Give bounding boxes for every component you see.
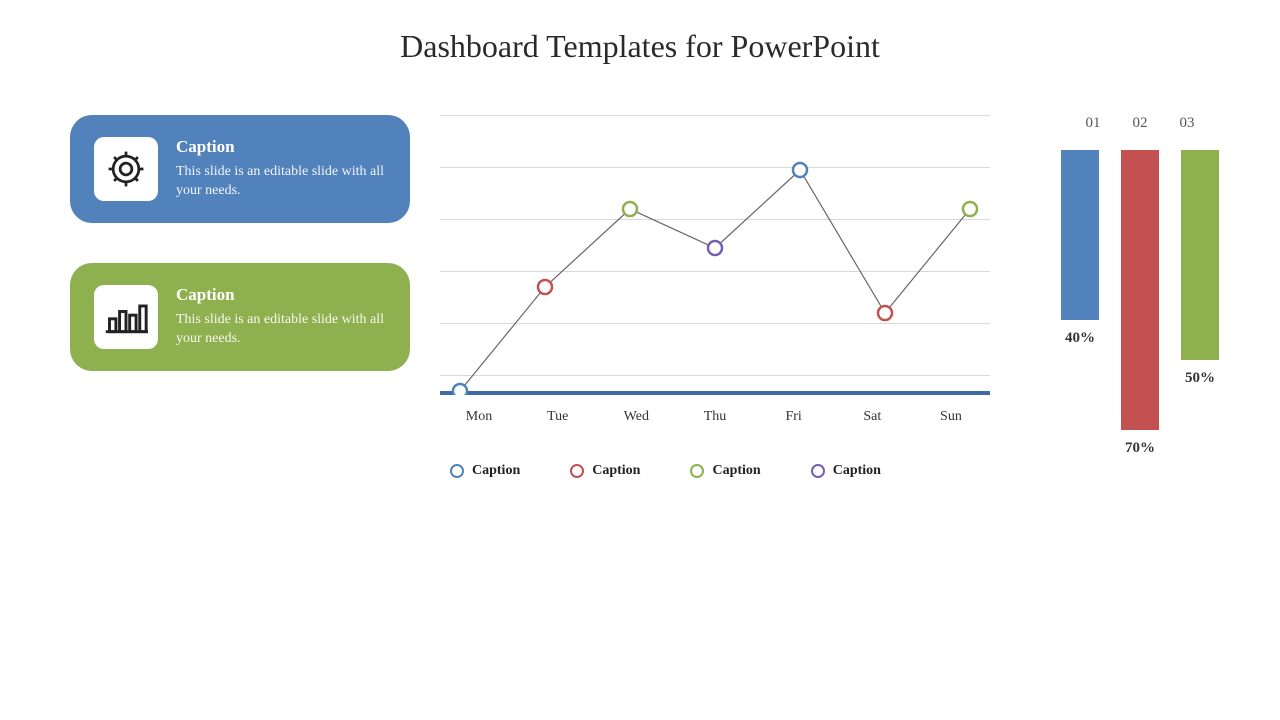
bar-pct-label: 40% bbox=[1065, 330, 1095, 347]
data-point bbox=[878, 306, 892, 320]
card-desc: This slide is an editable slide with all… bbox=[176, 163, 386, 201]
legend-marker bbox=[450, 464, 464, 478]
bars: 40% 70% 50% bbox=[1040, 150, 1240, 470]
cards-column: Caption This slide is an editable slide … bbox=[70, 115, 410, 479]
x-label: Sat bbox=[833, 409, 911, 425]
card-desc: This slide is an editable slide with all… bbox=[176, 311, 386, 349]
bar-group: 40% bbox=[1061, 150, 1099, 347]
card-text: Caption This slide is an editable slide … bbox=[176, 137, 386, 201]
bar-labels: 01 02 03 bbox=[1040, 115, 1240, 132]
x-label: Sun bbox=[912, 409, 990, 425]
data-point bbox=[963, 202, 977, 216]
bar-group: 70% bbox=[1121, 150, 1159, 457]
bar bbox=[1061, 150, 1099, 320]
bar-pct-label: 50% bbox=[1185, 370, 1215, 387]
card-stats: Caption This slide is an editable slide … bbox=[70, 263, 410, 371]
x-label: Wed bbox=[597, 409, 675, 425]
data-point bbox=[623, 202, 637, 216]
page-title: Dashboard Templates for PowerPoint bbox=[0, 0, 1280, 65]
bar-group: 50% bbox=[1181, 150, 1219, 387]
legend-marker bbox=[811, 464, 825, 478]
card-title: Caption bbox=[176, 285, 386, 305]
bar-chart-icon bbox=[94, 285, 158, 349]
card-title: Caption bbox=[176, 137, 386, 157]
card-text: Caption This slide is an editable slide … bbox=[176, 285, 386, 349]
data-point bbox=[453, 384, 467, 395]
legend-label: Caption bbox=[592, 463, 640, 479]
data-point bbox=[708, 241, 722, 255]
legend-item: Caption bbox=[811, 463, 881, 479]
bar-index-label: 02 bbox=[1133, 115, 1148, 132]
legend-marker bbox=[570, 464, 584, 478]
content-row: Caption This slide is an editable slide … bbox=[0, 65, 1280, 479]
bar bbox=[1121, 150, 1159, 430]
bar-index-label: 03 bbox=[1180, 115, 1195, 132]
data-point bbox=[793, 163, 807, 177]
legend-label: Caption bbox=[833, 463, 881, 479]
x-label: Tue bbox=[519, 409, 597, 425]
bars-panel: 01 02 03 40% 70% 50% bbox=[1020, 115, 1240, 479]
card-settings: Caption This slide is an editable slide … bbox=[70, 115, 410, 223]
chart-legend: Caption Caption Caption Caption bbox=[440, 463, 990, 479]
data-point bbox=[538, 280, 552, 294]
legend-marker bbox=[690, 464, 704, 478]
x-axis-labels: MonTueWedThuFriSatSun bbox=[440, 409, 990, 425]
x-label: Mon bbox=[440, 409, 518, 425]
legend-item: Caption bbox=[570, 463, 640, 479]
line-chart: MonTueWedThuFriSatSun CaptionCaptionCapt… bbox=[440, 115, 990, 479]
bar-index-label: 01 bbox=[1086, 115, 1101, 132]
legend-label: Caption bbox=[472, 463, 520, 479]
bar bbox=[1181, 150, 1219, 360]
x-label: Thu bbox=[676, 409, 754, 425]
legend-label: Caption bbox=[712, 463, 760, 479]
chart-svg bbox=[440, 115, 990, 395]
x-label: Fri bbox=[755, 409, 833, 425]
legend-item: Caption bbox=[690, 463, 760, 479]
legend-item: Caption bbox=[450, 463, 520, 479]
chart-plot bbox=[440, 115, 990, 395]
bar-pct-label: 70% bbox=[1125, 440, 1155, 457]
gear-icon bbox=[94, 137, 158, 201]
